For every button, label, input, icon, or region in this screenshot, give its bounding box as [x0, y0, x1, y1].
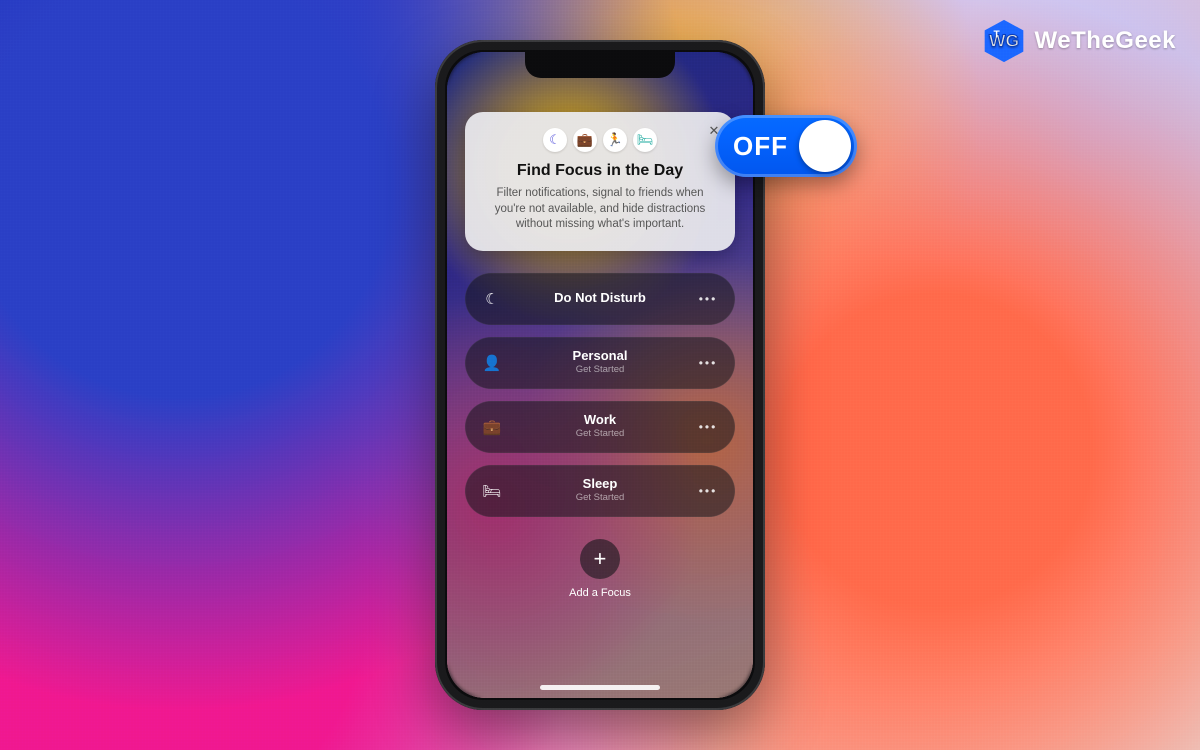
- more-icon[interactable]: •••: [697, 484, 719, 498]
- mode-subtitle: Get Started: [503, 365, 697, 376]
- phone-screen: ✕ ☾ 💼 🏃 🛏 Find Focus in the Day Filter n…: [447, 52, 753, 698]
- mode-labels: Sleep Get Started: [503, 477, 697, 504]
- focus-panel: ✕ ☾ 💼 🏃 🛏 Find Focus in the Day Filter n…: [447, 52, 753, 698]
- stage: WG T WeTheGeek OFF ✕ ☾ 💼 🏃 🛏: [0, 0, 1200, 750]
- add-focus-label: Add a Focus: [569, 587, 631, 599]
- mode-work[interactable]: 💼 Work Get Started •••: [465, 401, 735, 453]
- briefcase-icon: 💼: [481, 418, 503, 436]
- off-toggle[interactable]: OFF: [715, 115, 857, 177]
- brand-text: WeTheGeek: [1035, 27, 1176, 55]
- brand-badge-icon: WG T: [981, 18, 1027, 64]
- running-icon: 🏃: [603, 128, 627, 152]
- add-focus-button[interactable]: +: [580, 539, 620, 579]
- moon-icon: ☾: [481, 290, 503, 308]
- notch: [525, 52, 675, 78]
- mode-sleep[interactable]: 🛏 Sleep Get Started •••: [465, 465, 735, 517]
- mode-do-not-disturb[interactable]: ☾ Do Not Disturb •••: [465, 273, 735, 325]
- mode-personal[interactable]: 👤 Personal Get Started •••: [465, 337, 735, 389]
- toggle-knob-icon: [799, 120, 851, 172]
- mode-labels: Personal Get Started: [503, 349, 697, 376]
- mode-title: Do Not Disturb: [503, 291, 697, 306]
- add-focus: + Add a Focus: [569, 539, 631, 599]
- mode-subtitle: Get Started: [503, 429, 697, 440]
- person-icon: 👤: [481, 354, 503, 372]
- info-card-title: Find Focus in the Day: [487, 162, 713, 180]
- info-card-description: Filter notifications, signal to friends …: [487, 186, 713, 233]
- more-icon[interactable]: •••: [697, 292, 719, 306]
- brand-logo: WG T WeTheGeek: [981, 18, 1176, 64]
- bed-icon: 🛏: [481, 482, 503, 500]
- svg-text:T: T: [993, 29, 1000, 40]
- home-indicator[interactable]: [540, 685, 660, 690]
- mode-title: Personal: [503, 349, 697, 364]
- off-toggle-label: OFF: [733, 131, 799, 162]
- moon-icon: ☾: [543, 128, 567, 152]
- mode-subtitle: Get Started: [503, 493, 697, 504]
- more-icon[interactable]: •••: [697, 420, 719, 434]
- mode-labels: Do Not Disturb: [503, 291, 697, 306]
- focus-info-card: ✕ ☾ 💼 🏃 🛏 Find Focus in the Day Filter n…: [465, 112, 735, 251]
- mode-title: Work: [503, 413, 697, 428]
- briefcase-icon: 💼: [573, 128, 597, 152]
- more-icon[interactable]: •••: [697, 356, 719, 370]
- focus-mode-list: ☾ Do Not Disturb ••• 👤 Personal Get Star…: [465, 273, 735, 517]
- info-icon-row: ☾ 💼 🏃 🛏: [487, 128, 713, 152]
- mode-title: Sleep: [503, 477, 697, 492]
- bed-icon: 🛏: [633, 128, 657, 152]
- mode-labels: Work Get Started: [503, 413, 697, 440]
